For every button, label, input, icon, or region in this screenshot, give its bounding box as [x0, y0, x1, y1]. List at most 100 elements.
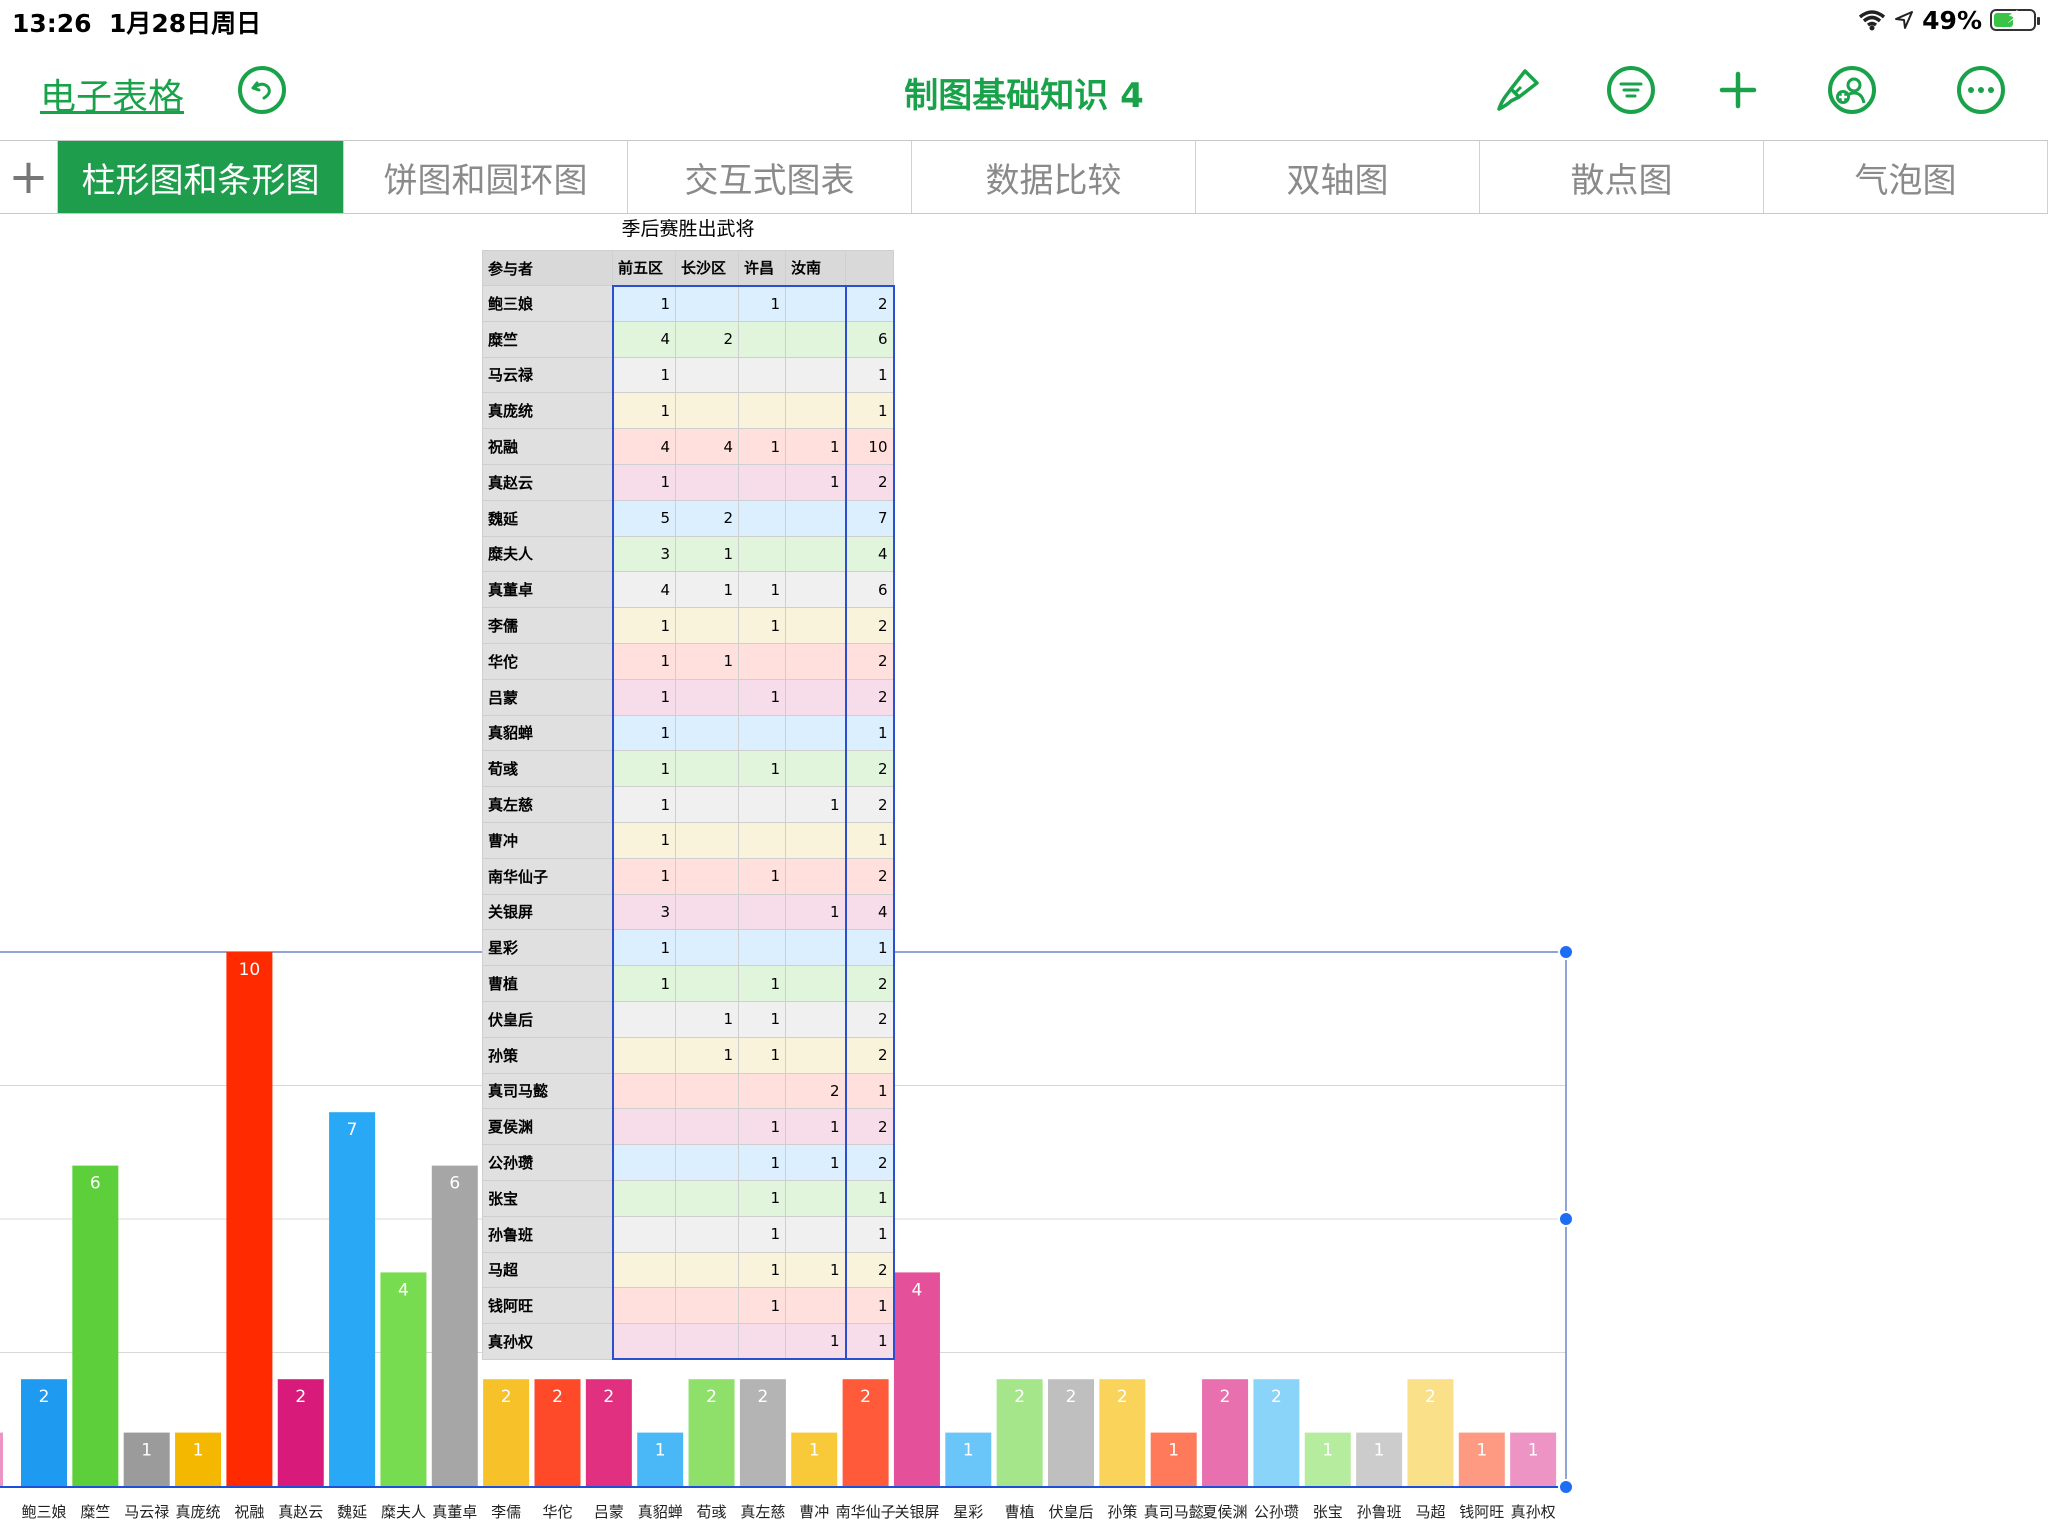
table-cell[interactable]	[785, 1215, 846, 1253]
row-header-cell[interactable]: 糜竺	[482, 320, 614, 358]
table-cell[interactable]	[675, 607, 739, 644]
row-header-cell[interactable]: 魏延	[482, 499, 614, 537]
table-cell[interactable]: 1	[612, 284, 676, 322]
table-cell[interactable]	[738, 463, 786, 501]
table-cell[interactable]: 4	[844, 535, 895, 573]
row-header-cell[interactable]: 曹植	[482, 965, 614, 1002]
table-cell[interactable]: 1	[738, 750, 786, 788]
row-header-cell[interactable]: 真貂蝉	[482, 714, 614, 752]
table-cell[interactable]: 1	[612, 392, 676, 430]
tab-scatter-chart[interactable]: 散点图	[1480, 141, 1764, 213]
table-cell[interactable]: 1	[675, 1000, 739, 1038]
table-cell[interactable]	[675, 284, 739, 322]
row-header-cell[interactable]: 真赵云	[482, 463, 614, 501]
row-header-cell[interactable]: 真左慈	[482, 786, 614, 823]
row-header-cell[interactable]: 张宝	[482, 1179, 614, 1217]
table-cell[interactable]: 2	[844, 1251, 895, 1289]
table-cell[interactable]: 2	[844, 786, 895, 823]
table-cell[interactable]	[785, 642, 846, 680]
table-cell[interactable]	[612, 1108, 676, 1146]
table-cell[interactable]	[675, 1215, 739, 1253]
table-cell[interactable]	[675, 965, 739, 1002]
tab-pie-donut-charts[interactable]: 饼图和圆环图	[344, 141, 628, 213]
table-cell[interactable]: 2	[844, 1108, 895, 1146]
table-cell[interactable]	[738, 392, 786, 430]
table-cell[interactable]: 1	[738, 1251, 786, 1289]
row-header-cell[interactable]: 孙鲁班	[482, 1215, 614, 1253]
table-cell[interactable]: 2	[844, 1036, 895, 1074]
table-cell[interactable]	[675, 392, 739, 430]
table-cell[interactable]: 4	[612, 571, 676, 609]
table-cell[interactable]	[738, 786, 786, 823]
table-cell[interactable]: 1	[612, 786, 676, 823]
table-cell[interactable]	[675, 750, 739, 788]
row-header-cell[interactable]: 马超	[482, 1251, 614, 1289]
table-cell[interactable]	[675, 1072, 739, 1110]
table-cell[interactable]: 1	[738, 1287, 786, 1325]
table-cell[interactable]	[675, 1144, 739, 1181]
table-cell[interactable]: 2	[844, 857, 895, 895]
table-cell[interactable]	[785, 499, 846, 537]
table-cell[interactable]	[675, 857, 739, 895]
table-cell[interactable]: 1	[675, 535, 739, 573]
table-cell[interactable]	[785, 320, 846, 358]
table-cell[interactable]: 1	[675, 642, 739, 680]
table-cell[interactable]: 1	[844, 821, 895, 859]
table-cell[interactable]: 1	[612, 463, 676, 501]
format-brush-button[interactable]	[1494, 66, 1542, 114]
table-cell[interactable]: 1	[738, 1108, 786, 1146]
table-cell[interactable]: 1	[612, 607, 676, 644]
table-cell[interactable]	[675, 1108, 739, 1146]
table-cell[interactable]	[675, 356, 739, 394]
table-cell[interactable]	[612, 1144, 676, 1181]
table-cell[interactable]: 1	[844, 1179, 895, 1217]
table-cell[interactable]	[675, 893, 739, 931]
table-cell[interactable]: 3	[612, 893, 676, 931]
sort-filter-button[interactable]	[1607, 66, 1655, 114]
table-cell[interactable]	[785, 1036, 846, 1074]
table-cell[interactable]: 2	[844, 1000, 895, 1038]
table-cell[interactable]: 1	[612, 356, 676, 394]
row-header-cell[interactable]: 李儒	[482, 607, 614, 644]
table-header-cell[interactable]	[845, 250, 894, 286]
table-cell[interactable]	[785, 1287, 846, 1325]
table-cell[interactable]	[785, 857, 846, 895]
row-header-cell[interactable]: 南华仙子	[482, 857, 614, 895]
table-cell[interactable]: 2	[844, 642, 895, 680]
tab-bubble-chart[interactable]: 气泡图	[1764, 141, 2048, 213]
table-cell[interactable]: 1	[844, 714, 895, 752]
row-header-cell[interactable]: 真孙权	[482, 1323, 614, 1360]
tab-data-comparison[interactable]: 数据比较	[912, 141, 1196, 213]
table-cell[interactable]: 2	[844, 750, 895, 788]
row-header-cell[interactable]: 祝融	[482, 428, 614, 465]
add-sheet-button[interactable]: +	[0, 141, 58, 213]
table-cell[interactable]	[738, 535, 786, 573]
table-cell[interactable]: 1	[675, 571, 739, 609]
table-cell[interactable]: 5	[612, 499, 676, 537]
table-cell[interactable]	[675, 1287, 739, 1325]
row-header-cell[interactable]: 曹冲	[482, 821, 614, 859]
table-cell[interactable]	[785, 284, 846, 322]
table-cell[interactable]	[785, 1179, 846, 1217]
table-cell[interactable]	[612, 1251, 676, 1289]
table-cell[interactable]: 2	[675, 320, 739, 358]
table-cell[interactable]: 1	[738, 607, 786, 644]
table-cell[interactable]	[675, 1251, 739, 1289]
table-cell[interactable]: 1	[738, 428, 786, 465]
table-cell[interactable]: 1	[738, 678, 786, 716]
table-cell[interactable]	[612, 1036, 676, 1074]
table-cell[interactable]	[612, 1000, 676, 1038]
table-cell[interactable]: 4	[675, 428, 739, 465]
table-cell[interactable]: 2	[844, 1144, 895, 1181]
table-cell[interactable]: 1	[844, 929, 895, 967]
row-header-cell[interactable]: 伏皇后	[482, 1000, 614, 1038]
undo-button[interactable]	[238, 66, 286, 114]
table-cell[interactable]	[675, 1179, 739, 1217]
table-cell[interactable]: 2	[844, 284, 895, 322]
table-cell[interactable]: 1	[738, 1179, 786, 1217]
collaborate-button[interactable]	[1828, 66, 1876, 114]
table-cell[interactable]: 1	[785, 1108, 846, 1146]
table-cell[interactable]: 4	[612, 320, 676, 358]
tab-dual-axis-chart[interactable]: 双轴图	[1196, 141, 1480, 213]
table-cell[interactable]: 1	[844, 1072, 895, 1110]
